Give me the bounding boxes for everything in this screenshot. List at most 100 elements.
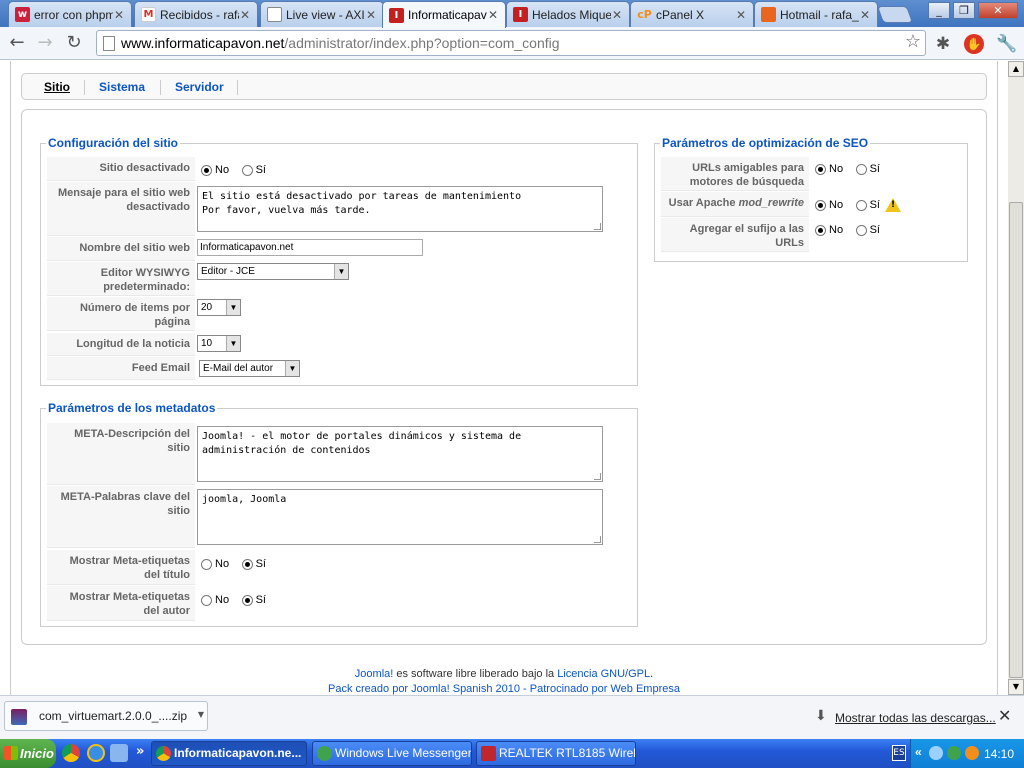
tray-chevron[interactable]: «: [915, 745, 922, 759]
sef-yes-radio[interactable]: [855, 163, 867, 175]
offline-no-radio[interactable]: [201, 164, 212, 176]
close-icon[interactable]: ✕: [998, 706, 1011, 725]
w-icon: w: [15, 7, 30, 22]
bookmark-star-icon[interactable]: ☆: [905, 31, 921, 52]
taskbar-item-messenger[interactable]: Windows Live Messenger: [312, 741, 472, 766]
taskbar-item-realtek[interactable]: REALTEK RTL8185 Wirel...: [476, 741, 636, 766]
feed-email-label: Feed Email: [47, 357, 195, 380]
minimize-button[interactable]: _: [928, 2, 950, 19]
feed-limit-label: Longitud de la noticia: [47, 333, 195, 356]
show-author-no-radio[interactable]: [201, 594, 212, 606]
warning-icon: !: [884, 198, 901, 212]
submenu-separator: [160, 80, 161, 95]
close-window-button[interactable]: ✕: [978, 2, 1018, 19]
vertical-scrollbar[interactable]: ▲ ▼: [1008, 61, 1024, 695]
show-title-radios: No Sí: [195, 550, 275, 585]
meta-keys-textarea[interactable]: joomla, Joomla: [197, 489, 603, 545]
hotmail-icon: [761, 7, 776, 22]
suffix-radios: No Sí: [809, 218, 889, 252]
network-icon[interactable]: [929, 746, 943, 760]
new-tab-button[interactable]: [876, 6, 914, 23]
page-icon: [103, 36, 115, 51]
credits-link[interactable]: Pack creado por Joomla! Spanish 2010 - P…: [0, 682, 1008, 695]
list-limit-select[interactable]: 20 ▼: [197, 299, 241, 316]
close-tab-icon[interactable]: ✕: [113, 8, 125, 22]
show-all-downloads-link[interactable]: Mostrar todas las descargas...: [835, 711, 996, 725]
meta-keys-row: META-Palabras clave del sitio: [47, 486, 195, 548]
editor-row: Editor WYSIWYG predeterminado:: [47, 262, 195, 296]
joomla-link[interactable]: Joomla!: [355, 668, 394, 680]
adblock-icon[interactable]: ✋: [964, 34, 984, 54]
metadata-legend: Parámetros de los metadatos: [48, 401, 216, 415]
browser-tab-7[interactable]: Hotmail - rafa_t ✕: [754, 1, 878, 27]
scroll-up-icon[interactable]: ▲: [1008, 61, 1024, 77]
close-tab-icon[interactable]: ✕: [611, 8, 623, 22]
rewrite-radios: No Sí!: [809, 192, 901, 217]
close-tab-icon[interactable]: ✕: [239, 8, 251, 22]
close-tab-icon[interactable]: ✕: [487, 8, 499, 22]
suffix-no-radio[interactable]: [815, 224, 826, 236]
suffix-yes-radio[interactable]: [855, 224, 867, 236]
ie-icon[interactable]: [87, 744, 105, 762]
offline-yes-radio[interactable]: [241, 164, 253, 176]
offline-radios: No Sí: [195, 157, 275, 181]
submenu-sistema[interactable]: Sistema: [99, 80, 145, 94]
page-icon: [267, 7, 282, 22]
back-arrow-icon[interactable]: ←: [6, 33, 28, 53]
start-button[interactable]: Inicio: [0, 739, 56, 768]
maximize-button[interactable]: ❐: [953, 2, 975, 19]
feed-limit-select[interactable]: 10 ▼: [197, 335, 241, 352]
browser-tab-4[interactable]: I Informaticapav ✕: [382, 1, 506, 28]
realtek-icon: [481, 746, 496, 761]
browser-tab-6[interactable]: cP cPanel X ✕: [630, 1, 754, 27]
browser-tab-5[interactable]: I Helados Miquel ✕: [506, 1, 630, 27]
browser-toolbar: ← → ↻ www.informaticapavon.net/administr…: [0, 27, 1024, 60]
close-tab-icon[interactable]: ✕: [859, 8, 871, 22]
close-tab-icon[interactable]: ✕: [735, 8, 747, 22]
address-bar[interactable]: www.informaticapavon.net/administrator/i…: [96, 30, 926, 56]
submenu-servidor[interactable]: Servidor: [175, 80, 224, 94]
show-title-row: Mostrar Meta-etiquetas del título No Sí: [47, 550, 275, 585]
show-title-no-radio[interactable]: [201, 558, 212, 570]
browser-tab-1[interactable]: w error con phpm ✕: [8, 1, 132, 27]
browser-tab-3[interactable]: Live view - AXIS ✕: [260, 1, 384, 27]
chevron-down-icon[interactable]: ▼: [198, 710, 204, 719]
rewrite-row: Usar Apache mod_rewrite No Sí!: [661, 192, 901, 217]
taskbar-item-chrome[interactable]: Informaticapavon.ne...: [151, 741, 307, 766]
site-config-legend: Configuración del sitio: [48, 136, 179, 150]
show-title-label: Mostrar Meta-etiquetas del título: [47, 550, 195, 585]
show-title-yes-radio[interactable]: [241, 558, 253, 570]
close-tab-icon[interactable]: ✕: [365, 8, 377, 22]
system-tray: « 14:10: [910, 739, 1024, 768]
editor-select[interactable]: Editor - JCE ▼: [197, 263, 349, 280]
rewrite-no-radio[interactable]: [815, 199, 826, 211]
scroll-down-icon[interactable]: ▼: [1008, 679, 1024, 695]
chevron-down-icon: ▼: [226, 300, 240, 315]
messenger-tray-icon[interactable]: [947, 746, 961, 760]
quicklaunch-icon[interactable]: [110, 744, 128, 762]
url-text: www.informaticapavon.net/administrator/i…: [121, 35, 560, 51]
browser-tab-2[interactable]: M Recibidos - rafa ✕: [134, 1, 258, 27]
chrome-icon[interactable]: [62, 744, 80, 762]
avast-icon[interactable]: [965, 746, 979, 760]
scroll-thumb[interactable]: [1009, 202, 1023, 678]
sef-no-radio[interactable]: [815, 163, 826, 175]
quicklaunch-chevron[interactable]: »: [136, 744, 144, 759]
wrench-icon[interactable]: 🔧: [996, 33, 1018, 55]
tab-strip: w error con phpm ✕ M Recibidos - rafa ✕ …: [0, 0, 1024, 28]
site-name-input[interactable]: Informaticapavon.net: [197, 239, 423, 256]
language-indicator[interactable]: ES: [892, 745, 906, 761]
forward-arrow-icon[interactable]: →: [34, 33, 56, 53]
meta-desc-textarea[interactable]: Joomla! - el motor de portales dinámicos…: [197, 426, 603, 482]
feed-email-select[interactable]: E-Mail del autor ▼: [199, 360, 300, 377]
offline-message-label: Mensaje para el sitio web desactivado: [47, 182, 195, 236]
reload-icon[interactable]: ↻: [63, 33, 85, 53]
download-item[interactable]: com_virtuemart.2.0.0_....zip ▼: [4, 701, 208, 731]
extension-icon[interactable]: ✱: [932, 33, 954, 55]
rewrite-yes-radio[interactable]: [855, 199, 867, 211]
show-author-yes-radio[interactable]: [241, 594, 253, 606]
offline-message-textarea[interactable]: El sitio está desactivado por tareas de …: [197, 186, 603, 232]
license-link[interactable]: Licencia GNU/GPL: [557, 668, 650, 680]
submenu-sitio[interactable]: Sitio: [44, 80, 70, 94]
submenu-separator: [84, 80, 85, 95]
